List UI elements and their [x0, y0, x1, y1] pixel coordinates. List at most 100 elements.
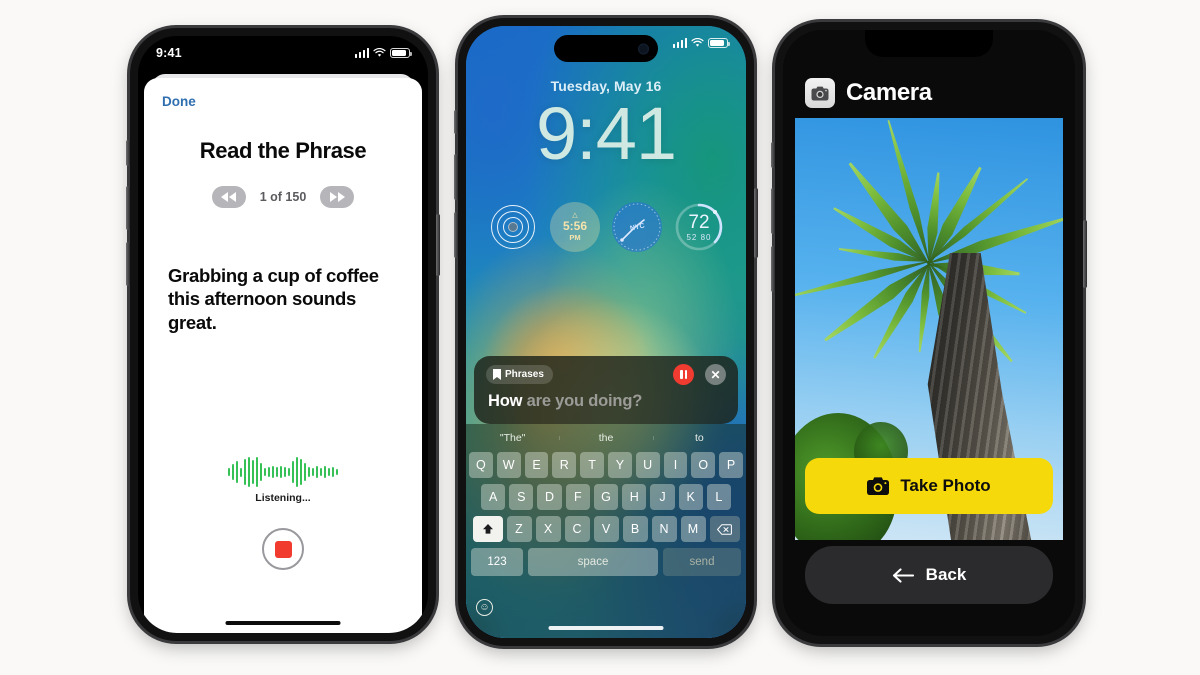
next-phrase-button[interactable]: [320, 186, 355, 208]
keyboard-row-4: 123 space send: [469, 548, 743, 576]
key-p[interactable]: P: [719, 452, 743, 478]
space-key[interactable]: space: [528, 548, 658, 576]
key-s[interactable]: S: [509, 484, 534, 510]
home-indicator[interactable]: [225, 621, 341, 625]
volume-up-button[interactable]: [126, 186, 130, 230]
volume-down-button[interactable]: [454, 212, 458, 258]
phrases-card: Phrases ✕ How are you doing?: [474, 356, 738, 424]
key-f[interactable]: F: [565, 484, 590, 510]
keyboard-row-1: QWERTYUIOP: [469, 452, 743, 478]
key-w[interactable]: W: [496, 452, 521, 478]
screenshot-canvas: 9:41 Done Read the Phrase 1 of 150 Grabb…: [0, 0, 1200, 675]
onscreen-keyboard: "The" the to QWERTYUIOP ASDFGHJKL ZXCVBNM: [466, 424, 746, 638]
key-c[interactable]: C: [564, 516, 590, 542]
stop-record-button[interactable]: [262, 528, 304, 570]
weather-widget[interactable]: 72 52 80: [674, 202, 724, 252]
numbers-key[interactable]: 123: [471, 548, 523, 576]
mute-switch[interactable]: [771, 142, 775, 168]
prediction-1[interactable]: "The": [466, 432, 559, 444]
audio-waveform-icon: [228, 456, 338, 488]
key-o[interactable]: O: [691, 452, 716, 478]
mute-switch[interactable]: [126, 140, 130, 166]
volume-down-button[interactable]: [126, 242, 130, 286]
volume-up-button[interactable]: [454, 154, 458, 200]
key-l[interactable]: L: [706, 484, 731, 510]
key-t[interactable]: T: [580, 452, 604, 478]
phrase-text: Grabbing a cup of coffee this afternoon …: [168, 265, 379, 333]
key-n[interactable]: N: [651, 516, 677, 542]
fast-forward-icon: [329, 192, 337, 202]
key-e[interactable]: E: [524, 452, 549, 478]
typed-text: How: [488, 392, 523, 410]
key-d[interactable]: D: [537, 484, 562, 510]
key-v[interactable]: V: [593, 516, 619, 542]
phone-camera-action: Camera Take Photo Back: [771, 22, 1087, 644]
volume-up-button[interactable]: [771, 188, 775, 234]
volume-down-button[interactable]: [771, 246, 775, 292]
temperature-gauge-icon: [675, 203, 723, 251]
key-i[interactable]: I: [663, 452, 688, 478]
pause-button[interactable]: [673, 364, 694, 385]
arrow-left-icon: [892, 567, 914, 583]
dynamic-island[interactable]: [554, 35, 658, 62]
power-button[interactable]: [436, 214, 440, 276]
phrases-pill-label: Phrases: [505, 369, 544, 380]
pager-label: 1 of 150: [259, 190, 307, 204]
key-y[interactable]: Y: [608, 452, 632, 478]
key-b[interactable]: B: [622, 516, 648, 542]
phrases-pill[interactable]: Phrases: [486, 365, 553, 384]
key-x[interactable]: X: [535, 516, 561, 542]
camera-header: Camera: [783, 70, 1075, 116]
keyboard-row-3: ZXCVBNM: [469, 516, 743, 542]
power-button[interactable]: [754, 188, 758, 258]
back-button[interactable]: Back: [805, 546, 1053, 604]
key-r[interactable]: R: [552, 452, 577, 478]
camera-app-icon: [805, 78, 835, 108]
battery-icon: [390, 48, 412, 58]
key-m[interactable]: M: [680, 516, 706, 542]
page-title: Read the Phrase: [199, 138, 367, 163]
done-button[interactable]: Done: [162, 94, 196, 109]
phrase-sheet: Done Read the Phrase 1 of 150 Grabbing a…: [144, 78, 422, 633]
lock-widgets: △ 5:56 PM NYC 72 52 80: [488, 202, 724, 252]
emoji-key[interactable]: ☺: [476, 599, 493, 616]
power-button[interactable]: [1083, 220, 1087, 288]
cellular-bars-icon: [354, 48, 369, 58]
key-k[interactable]: K: [678, 484, 703, 510]
close-button[interactable]: ✕: [705, 364, 726, 385]
backspace-key[interactable]: [709, 516, 740, 542]
key-h[interactable]: H: [622, 484, 647, 510]
status-icons: [354, 48, 412, 58]
stocks-widget[interactable]: NYC: [612, 202, 662, 252]
activity-rings-widget[interactable]: [488, 202, 538, 252]
key-g[interactable]: G: [593, 484, 619, 510]
camera-icon: [867, 477, 890, 495]
prediction-3[interactable]: to: [652, 432, 746, 444]
key-j[interactable]: J: [650, 484, 675, 510]
sunset-meridiem: PM: [569, 233, 581, 242]
phone2-screen: Tuesday, May 16 9:41 △ 5:56 PM NYC 72 52…: [466, 26, 746, 638]
keyboard-row-2: ASDFGHJKL: [469, 484, 743, 510]
take-photo-label: Take Photo: [900, 476, 991, 495]
cellular-bars-icon: [672, 38, 687, 48]
prediction-2[interactable]: the: [559, 432, 652, 444]
sunset-widget[interactable]: △ 5:56 PM: [550, 202, 600, 252]
shift-key[interactable]: [472, 516, 503, 542]
take-photo-button[interactable]: Take Photo: [805, 458, 1053, 514]
previous-phrase-button[interactable]: [211, 186, 246, 208]
bookmark-icon: [493, 369, 501, 380]
home-indicator[interactable]: [548, 626, 664, 630]
camera-glyph-icon: [811, 86, 829, 100]
back-label: Back: [925, 565, 967, 584]
key-a[interactable]: A: [481, 484, 506, 510]
send-key[interactable]: send: [663, 548, 741, 576]
key-u[interactable]: U: [635, 452, 660, 478]
phone1-screen: 9:41 Done Read the Phrase 1 of 150 Grabb…: [138, 36, 428, 633]
listening-label: Listening...: [255, 492, 311, 504]
key-z[interactable]: Z: [506, 516, 532, 542]
backspace-icon: [717, 523, 732, 535]
mute-switch[interactable]: [454, 110, 458, 134]
key-q[interactable]: Q: [469, 452, 493, 478]
battery-icon: [708, 38, 730, 48]
phrase-pager: 1 of 150: [144, 186, 422, 208]
